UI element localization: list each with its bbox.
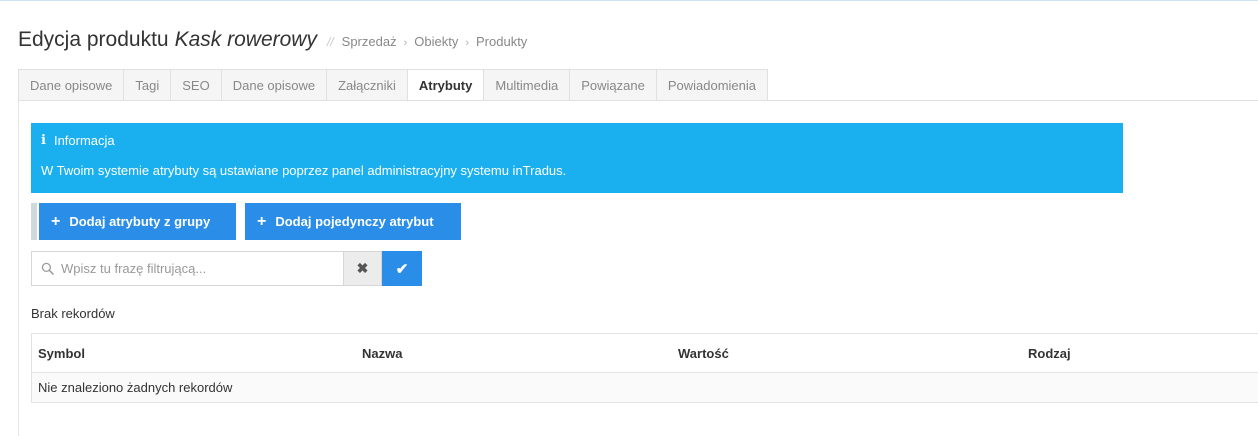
panel-border — [18, 101, 19, 436]
page-title: Edycja produktu — [18, 28, 169, 51]
records-status: Brak rekordów — [31, 306, 115, 321]
column-header-wartosc[interactable]: Wartość — [678, 334, 729, 372]
info-heading: Informacja — [53, 133, 115, 148]
tab-multimedia[interactable]: Multimedia — [483, 69, 570, 101]
attributes-table: Symbol Nazwa Wartość Rodzaj Nie znalezio… — [31, 333, 1258, 403]
tab-dane-opisowe[interactable]: Dane opisowe — [18, 69, 124, 101]
action-bar-accent — [31, 203, 37, 240]
breadcrumb-produkty[interactable]: Produkty — [476, 34, 527, 49]
tab-tagi[interactable]: Tagi — [123, 69, 171, 101]
apply-filter-button[interactable]: ✔ — [382, 251, 422, 286]
tab-atrybuty[interactable]: Atrybuty — [406, 69, 484, 102]
info-alert: i Informacja W Twoim systemie atrybuty s… — [31, 123, 1123, 193]
table-empty-row: Nie znaleziono żadnych rekordów — [31, 373, 1258, 403]
tab-zalaczniki[interactable]: Załączniki — [326, 69, 407, 101]
info-heading-row: i Informacja — [41, 133, 115, 148]
tab-powiazane[interactable]: Powiązane — [569, 69, 656, 101]
breadcrumb-sprzedaz[interactable]: Sprzedaż — [342, 34, 397, 49]
clear-filter-button[interactable]: ✖ — [344, 251, 382, 286]
top-border — [0, 0, 1258, 1]
add-single-attribute-button[interactable]: + Dodaj pojedynczy atrybut — [245, 203, 461, 240]
search-icon — [41, 262, 54, 275]
add-attribute-group-button[interactable]: + Dodaj atrybuty z grupy — [39, 203, 236, 240]
tab-dane-opisowe-2[interactable]: Dane opisowe — [220, 69, 327, 101]
table-header: Symbol Nazwa Wartość Rodzaj — [31, 333, 1258, 373]
title-separator: // — [326, 35, 334, 49]
column-header-nazwa[interactable]: Nazwa — [362, 334, 402, 372]
chevron-right-icon: › — [403, 37, 408, 49]
column-header-rodzaj[interactable]: Rodzaj — [1028, 334, 1071, 372]
breadcrumb-obiekty[interactable]: Obiekty — [414, 34, 458, 49]
filter-box — [31, 251, 344, 286]
column-header-symbol[interactable]: Symbol — [38, 334, 85, 372]
filter-input[interactable] — [61, 261, 331, 276]
info-text: W Twoim systemie atrybuty są ustawiane p… — [41, 163, 567, 178]
close-icon: ✖ — [356, 260, 369, 276]
tab-bar: Dane opisowe Tagi SEO Dane opisowe Załąc… — [18, 69, 768, 102]
plus-icon: + — [51, 212, 61, 230]
add-attribute-group-label: Dodaj atrybuty z grupy — [69, 214, 211, 229]
page-header: Edycja produktu Kask rowerowy // Sprzeda… — [18, 28, 527, 58]
plus-icon: + — [257, 212, 267, 230]
add-single-attribute-label: Dodaj pojedynczy atrybut — [275, 214, 434, 229]
check-icon: ✔ — [395, 260, 409, 278]
chevron-right-icon: › — [465, 37, 469, 49]
product-name: Kask rowerowy — [174, 28, 317, 51]
info-icon: i — [41, 133, 46, 148]
tab-seo[interactable]: SEO — [170, 69, 221, 101]
tab-bar-divider — [18, 100, 1258, 101]
tab-powiadomienia[interactable]: Powiadomienia — [655, 69, 768, 101]
